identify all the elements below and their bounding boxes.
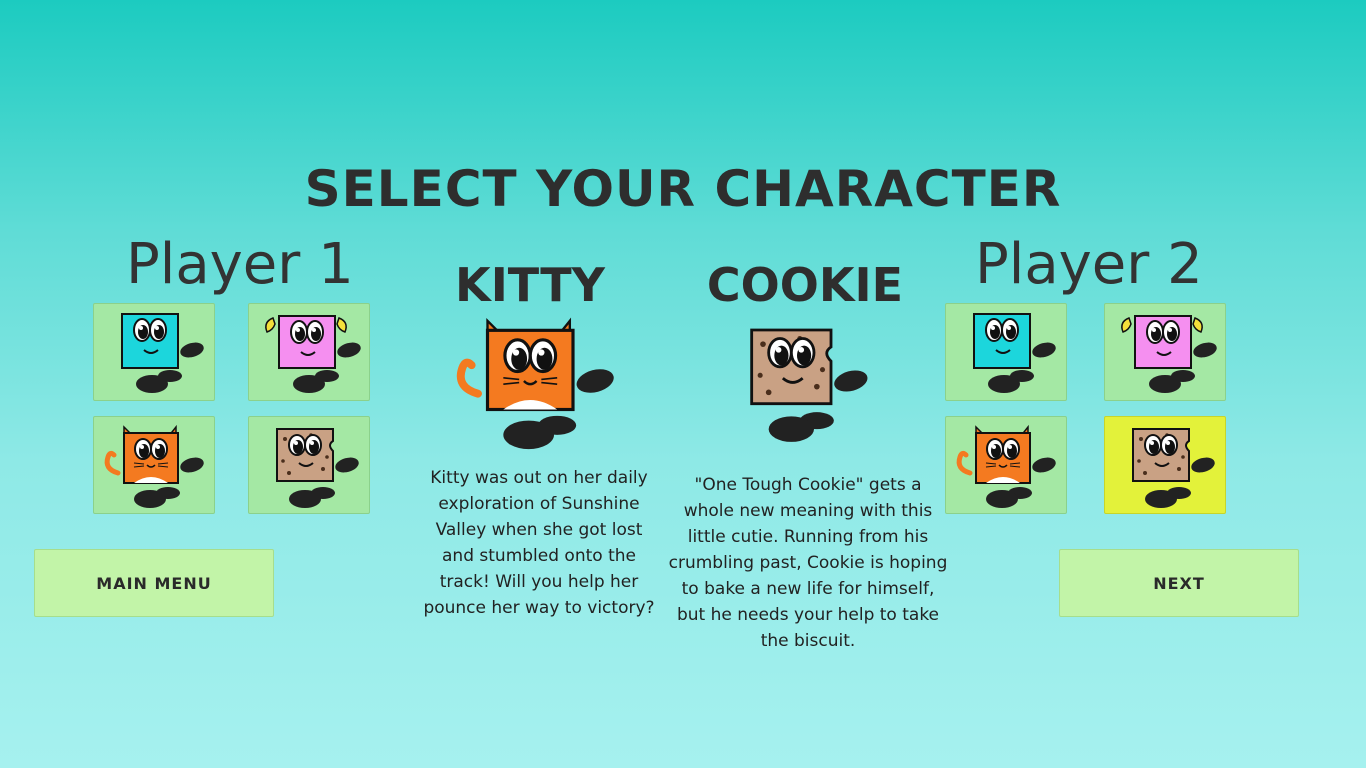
blue-character-icon [946, 304, 1066, 400]
blue-character-icon [94, 304, 214, 400]
main-menu-button[interactable]: MAIN MENU [34, 549, 274, 617]
cookie-character-icon [249, 417, 369, 513]
kitty-description: Kitty was out on her daily exploration o… [423, 468, 655, 618]
p1-selected-character-name: KITTY [455, 258, 605, 312]
cookie-character-icon [1105, 417, 1225, 513]
cookie-description: "One Tough Cookie" gets a whole new mean… [668, 475, 948, 651]
kitty-character-icon [94, 417, 214, 513]
pink-character-icon [1105, 304, 1225, 400]
kitty-portrait-icon [440, 305, 630, 457]
p2-tile-blue[interactable] [945, 303, 1067, 401]
p1-tile-pink[interactable] [248, 303, 370, 401]
next-button[interactable]: NEXT [1059, 549, 1299, 617]
p2-tile-cookie[interactable] [1104, 416, 1226, 514]
player-2-label: Player 2 [975, 232, 1203, 297]
p2-selected-character-name: COOKIE [706, 258, 904, 312]
cookie-portrait-icon [712, 305, 882, 457]
p2-tile-pink[interactable] [1104, 303, 1226, 401]
pink-character-icon [249, 304, 369, 400]
p2-tile-kitty[interactable] [945, 416, 1067, 514]
screen-title: SELECT YOUR CHARACTER [304, 160, 1062, 218]
p1-tile-blue[interactable] [93, 303, 215, 401]
kitty-character-icon [946, 417, 1066, 513]
p1-tile-kitty[interactable] [93, 416, 215, 514]
player-1-label: Player 1 [126, 232, 354, 297]
p1-tile-cookie[interactable] [248, 416, 370, 514]
